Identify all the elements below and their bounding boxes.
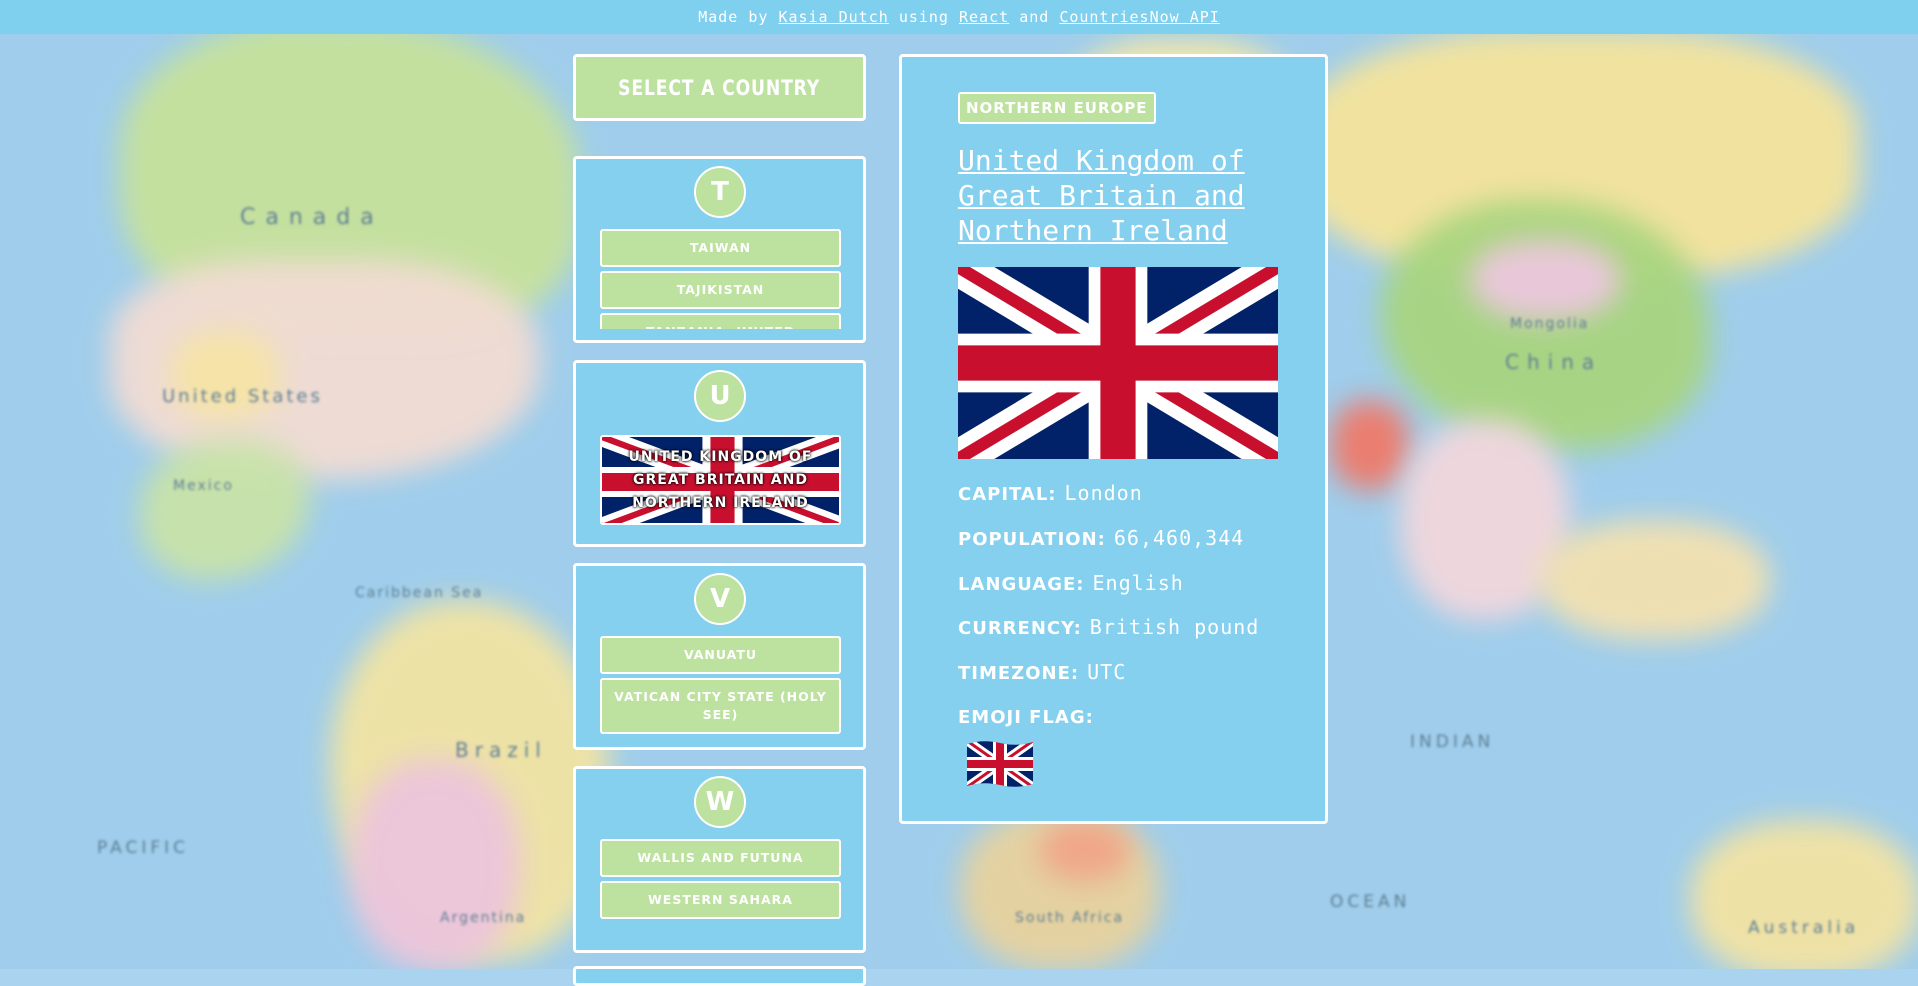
population-value: 66,460,344	[1113, 526, 1245, 550]
map-label-ocean: OCEAN	[1330, 892, 1411, 912]
capital-value: London	[1064, 481, 1143, 505]
map-label-south-africa: South Africa	[1015, 910, 1125, 926]
timezone-row: TIMEZONE: UTC	[958, 660, 1126, 684]
country-button-western-sahara[interactable]: Western Sahara	[600, 881, 841, 919]
uk-flag-emoji-icon	[967, 741, 1033, 787]
map-label-indian: INDIAN	[1410, 732, 1495, 752]
letter-badge: U	[694, 370, 746, 422]
currency-row: CURRENCY: British pound	[958, 615, 1259, 639]
map-label-china: China	[1505, 350, 1603, 374]
letter-badge: T	[694, 166, 746, 218]
capital-label: CAPITAL:	[958, 484, 1057, 505]
country-button-taiwan[interactable]: Taiwan	[600, 229, 841, 267]
language-row: LANGUAGE: English	[958, 571, 1184, 595]
country-list[interactable]: Vanuatu Vatican City State (Holy See)	[600, 636, 841, 736]
map-label-pacific: PACIFIC	[97, 838, 190, 858]
language-value: English	[1092, 571, 1184, 595]
country-button-wallis-and-futuna[interactable]: Wallis and Futuna	[600, 839, 841, 877]
map-label-brazil: Brazil	[455, 738, 547, 762]
letter-group-t: T Taiwan Tajikistan Tanzania, United Rep…	[573, 156, 866, 343]
attribution-using: using	[898, 8, 949, 26]
react-link[interactable]: React	[959, 8, 1009, 26]
map-label-caribbean: Caribbean Sea	[355, 585, 484, 601]
letter-badge: W	[694, 776, 746, 828]
timezone-value: UTC	[1087, 660, 1127, 684]
region-badge: NORTHERN EUROPE	[958, 92, 1156, 124]
country-button-vatican-city[interactable]: Vatican City State (Holy See)	[600, 678, 841, 734]
map-label-mexico: Mexico	[173, 478, 234, 494]
map-label-canada: Canada	[240, 205, 384, 230]
timezone-label: TIMEZONE:	[958, 663, 1080, 684]
country-detail-card: NORTHERN EUROPE United Kingdom of Great …	[899, 54, 1328, 824]
countriesnow-api-link[interactable]: CountriesNow API	[1059, 8, 1220, 26]
country-list[interactable]: United Kingdom of Great Britain and Nort…	[600, 435, 841, 531]
uk-flag-image	[958, 267, 1278, 459]
attribution-and: and	[1019, 8, 1050, 26]
population-row: POPULATION: 66,460,344	[958, 526, 1244, 550]
country-list[interactable]: Wallis and Futuna Western Sahara	[600, 839, 841, 939]
select-country-header: SELECT A COUNTRY	[573, 54, 866, 121]
country-button-tanzania[interactable]: Tanzania, United Republic	[600, 313, 841, 329]
emoji-flag-row: EMOJI FLAG:	[958, 704, 1094, 728]
author-link[interactable]: Kasia Dutch	[778, 8, 888, 26]
country-button-united-kingdom[interactable]: United Kingdom of Great Britain and Nort…	[600, 435, 841, 525]
letter-group-u: U United Kingdom of Great Britain and No…	[573, 360, 866, 547]
country-name-link[interactable]: United Kingdom of Great Britain and Nort…	[958, 143, 1288, 248]
letter-group-w: W Wallis and Futuna Western Sahara	[573, 766, 866, 953]
country-list[interactable]: Taiwan Tajikistan Tanzania, United Repub…	[600, 229, 841, 329]
map-label-australia: Australia	[1748, 918, 1860, 938]
attribution-bar: Made by Kasia Dutch using React and Coun…	[0, 0, 1918, 34]
country-button-tajikistan[interactable]: Tajikistan	[600, 271, 841, 309]
attribution-prefix: Made by	[698, 8, 769, 26]
currency-label: CURRENCY:	[958, 618, 1082, 639]
population-label: POPULATION:	[958, 529, 1106, 550]
currency-value: British pound	[1089, 615, 1260, 639]
emoji-flag-label: EMOJI FLAG:	[958, 707, 1094, 728]
capital-row: CAPITAL: London	[958, 481, 1143, 505]
letter-group-next	[573, 966, 866, 986]
map-label-mongolia: Mongolia	[1510, 316, 1590, 332]
country-button-label: United Kingdom of Great Britain and Nort…	[628, 448, 813, 511]
select-country-title: SELECT A COUNTRY	[618, 75, 821, 100]
letter-badge: V	[694, 573, 746, 625]
map-label-argentina: Argentina	[440, 910, 527, 926]
country-button-vanuatu[interactable]: Vanuatu	[600, 636, 841, 674]
letter-group-v: V Vanuatu Vatican City State (Holy See)	[573, 563, 866, 750]
language-label: LANGUAGE:	[958, 574, 1085, 595]
map-label-usa: United States	[162, 386, 323, 407]
